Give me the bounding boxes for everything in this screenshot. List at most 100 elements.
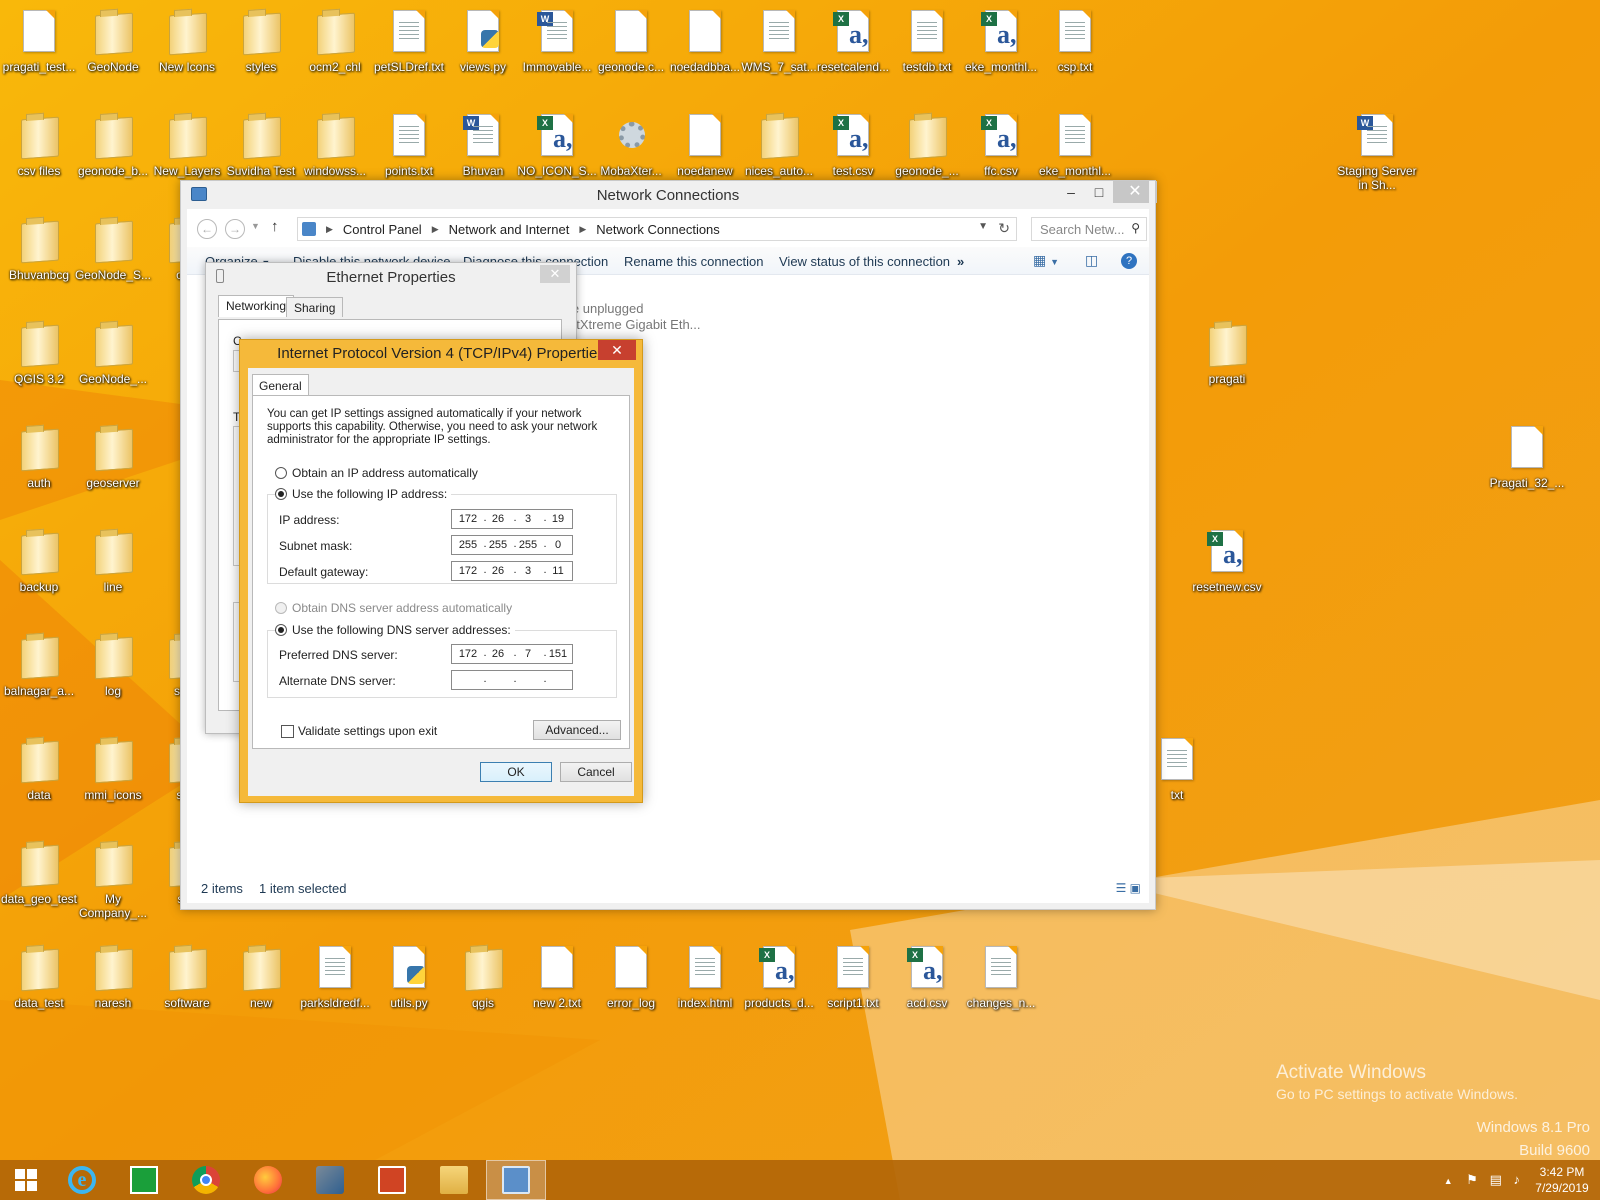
desktop-icon[interactable]: W Immovable... xyxy=(520,6,594,102)
preview-pane-icon[interactable]: ◫ xyxy=(1085,252,1098,269)
use-following-dns-radio[interactable]: Use the following DNS server addresses: xyxy=(275,623,515,637)
desktop-icon[interactable]: backup xyxy=(2,526,76,622)
desktop-icon[interactable]: New Icons xyxy=(150,6,224,102)
desktop-icon[interactable]: balnagar_a... xyxy=(2,630,76,726)
preferred-dns-field[interactable]: 172. 26. 7. 151 xyxy=(451,644,573,664)
desktop-icon[interactable]: QGIS 3.2 xyxy=(2,318,76,414)
ip-octet[interactable]: 172 xyxy=(456,513,480,525)
taskbar-powerpoint[interactable] xyxy=(362,1160,422,1200)
more-commands-button[interactable]: » xyxy=(957,254,964,269)
desktop-icon[interactable]: changes_n... xyxy=(964,942,1038,1038)
desktop-icon[interactable]: Xa, resetcalend... xyxy=(816,6,890,102)
taskbar-network-tool[interactable] xyxy=(300,1160,360,1200)
desktop-icon[interactable]: geoserver xyxy=(76,422,150,518)
desktop-icon[interactable]: Pragati_32_... xyxy=(1490,422,1564,518)
taskbar-control-panel[interactable] xyxy=(486,1160,546,1200)
desktop-icon[interactable]: auth xyxy=(2,422,76,518)
rename-button[interactable]: Rename this connection xyxy=(624,254,763,269)
volume-icon[interactable]: ♪ xyxy=(1514,1172,1521,1187)
obtain-ip-auto-radio[interactable]: Obtain an IP address automatically xyxy=(275,466,478,480)
taskbar-file-explorer[interactable] xyxy=(424,1160,484,1200)
search-icon[interactable]: ⚲ xyxy=(1131,221,1140,235)
back-arrow-icon[interactable]: ← xyxy=(197,219,217,239)
ip-octet[interactable]: 151 xyxy=(546,648,570,660)
desktop-icon[interactable]: pragati xyxy=(1190,318,1264,414)
ok-button[interactable]: OK xyxy=(480,762,552,782)
view-status-button[interactable]: View status of this connection xyxy=(779,254,950,269)
ip-octet[interactable]: 3 xyxy=(516,565,540,577)
search-input[interactable]: Search Netw... ⚲ xyxy=(1031,217,1147,241)
change-view-icon[interactable]: ▦ ▼ xyxy=(1033,252,1059,269)
desktop-icon[interactable]: new xyxy=(224,942,298,1038)
desktop-icon[interactable]: GeoNode xyxy=(76,6,150,102)
ip-octet[interactable]: 7 xyxy=(516,648,540,660)
show-hidden-icons-icon[interactable]: ▲ xyxy=(1444,1176,1453,1186)
desktop-icon[interactable]: software xyxy=(150,942,224,1038)
help-icon[interactable]: ? xyxy=(1121,253,1137,269)
network-icon[interactable]: ▤ xyxy=(1490,1172,1502,1187)
breadcrumb-separator-icon[interactable]: ▶ xyxy=(432,224,439,235)
desktop-icon[interactable]: naresh xyxy=(76,942,150,1038)
breadcrumb-network-connections[interactable]: Network Connections xyxy=(596,222,720,237)
desktop-icon[interactable]: geonode.c... xyxy=(594,6,668,102)
desktop-icon[interactable]: index.html xyxy=(668,942,742,1038)
cancel-button[interactable]: Cancel xyxy=(560,762,632,782)
desktop-icon[interactable]: testdb.txt xyxy=(890,6,964,102)
desktop-icon[interactable]: views.py xyxy=(446,6,520,102)
minimize-button[interactable]: – xyxy=(1057,181,1085,203)
desktop-icon[interactable]: qgis xyxy=(446,942,520,1038)
desktop-icon[interactable]: petSLDref.txt xyxy=(372,6,446,102)
action-center-flag-icon[interactable]: ⚑ xyxy=(1466,1172,1478,1187)
ip-octet[interactable]: 255 xyxy=(456,539,480,551)
validate-settings-checkbox[interactable]: Validate settings upon exit xyxy=(281,724,437,738)
start-button[interactable] xyxy=(0,1160,52,1200)
breadcrumb-separator-icon[interactable]: ▶ xyxy=(579,224,586,235)
taskbar-chrome[interactable] xyxy=(176,1160,236,1200)
forward-arrow-icon[interactable]: → xyxy=(225,219,245,239)
maximize-button[interactable]: □ xyxy=(1085,181,1113,203)
close-button[interactable]: ✕ xyxy=(1113,181,1157,203)
desktop-icon[interactable]: GeoNode_S... xyxy=(75,214,151,310)
breadcrumb-control-panel[interactable]: Control Panel xyxy=(343,222,422,237)
window-titlebar[interactable]: Network Connections – □ ✕ xyxy=(181,181,1157,209)
ip-octet[interactable]: 255 xyxy=(516,539,540,551)
subnet-mask-field[interactable]: 255. 255. 255. 0 xyxy=(451,535,573,555)
desktop-icon[interactable]: pragati_test... xyxy=(2,6,76,102)
desktop-icon[interactable]: new 2.txt xyxy=(520,942,594,1038)
breadcrumb-separator-icon[interactable]: ▶ xyxy=(326,224,333,235)
ipv4-close-button[interactable]: ✕ xyxy=(598,340,636,360)
ethernet-connection-item[interactable]: le unplugged etXtreme Gigabit Eth... xyxy=(569,301,701,333)
taskbar-firefox[interactable] xyxy=(238,1160,298,1200)
taskbar-store[interactable] xyxy=(114,1160,174,1200)
view-toggle-icons[interactable]: ☰ ▣ xyxy=(1116,881,1141,895)
desktop-icon[interactable]: My Company_... xyxy=(76,838,150,934)
desktop-icon[interactable]: styles xyxy=(224,6,298,102)
desktop-icon[interactable]: script1.txt xyxy=(816,942,890,1038)
desktop-icon[interactable]: noedadbba... xyxy=(668,6,742,102)
desktop-icon[interactable]: csv files xyxy=(2,110,76,206)
desktop-icon[interactable]: ocm2_chl xyxy=(298,6,372,102)
advanced-button[interactable]: Advanced... xyxy=(533,720,621,740)
desktop-icon[interactable]: Bhuvanbcg xyxy=(2,214,76,310)
refresh-icon[interactable]: ↻ xyxy=(998,220,1010,237)
address-bar[interactable]: ▶ Control Panel ▶ Network and Internet ▶… xyxy=(297,217,1017,241)
default-gateway-field[interactable]: 172. 26. 3. 11 xyxy=(451,561,573,581)
ip-octet[interactable]: 255 xyxy=(486,539,510,551)
desktop-icon[interactable]: Xa, eke_monthl... xyxy=(964,6,1038,102)
desktop-icon[interactable]: GeoNode_... xyxy=(76,318,150,414)
taskbar-internet-explorer[interactable]: e xyxy=(52,1160,112,1200)
desktop-icon[interactable]: mmi_icons xyxy=(76,734,150,830)
breadcrumb-network-and-internet[interactable]: Network and Internet xyxy=(449,222,570,237)
tab-general[interactable]: General xyxy=(252,374,309,396)
use-following-ip-radio[interactable]: Use the following IP address: xyxy=(275,487,452,501)
desktop-icon[interactable]: Xa, acd.csv xyxy=(890,942,964,1038)
up-arrow-icon[interactable]: ↑ xyxy=(271,218,279,235)
desktop-icon[interactable]: W Staging Server in Sh... xyxy=(1337,110,1417,206)
recent-locations-chevron-icon[interactable]: ▼ xyxy=(251,221,260,231)
address-dropdown-icon[interactable]: ▼ xyxy=(978,221,988,232)
ip-octet[interactable]: 172 xyxy=(456,565,480,577)
desktop-icon[interactable]: data_test xyxy=(2,942,76,1038)
ip-octet[interactable]: 26 xyxy=(486,648,510,660)
ip-octet[interactable]: 3 xyxy=(516,513,540,525)
ethernet-close-button[interactable]: ✕ xyxy=(540,265,570,283)
